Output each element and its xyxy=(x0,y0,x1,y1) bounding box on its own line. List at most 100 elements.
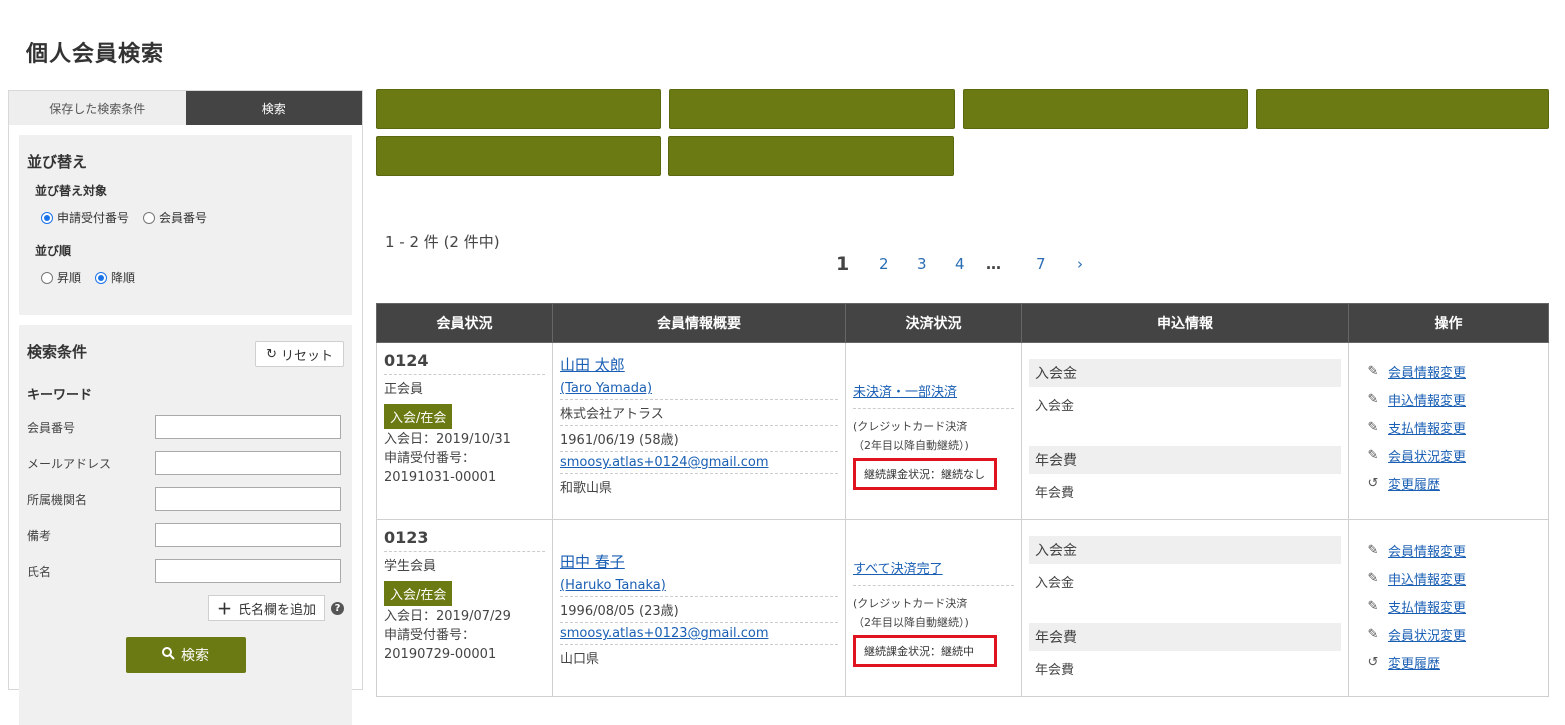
prefecture: 和歌山県 xyxy=(560,481,613,496)
radio-sort-member-no[interactable]: 会員番号 xyxy=(143,209,207,226)
pencil-icon: ✎ xyxy=(1367,542,1379,558)
action-button-5[interactable] xyxy=(376,136,661,176)
op-edit-member-info[interactable]: 会員情報変更 xyxy=(1388,362,1466,381)
op-edit-member-info[interactable]: 会員情報変更 xyxy=(1388,541,1466,560)
app-no: 20190729-00001 xyxy=(384,646,497,662)
continuation-status: 継続課金状況：継続なし xyxy=(853,457,997,490)
reset-button[interactable]: ↻ リセット xyxy=(255,341,344,367)
radio-unchecked-icon xyxy=(143,211,156,224)
fee-value-annual: 年会費 xyxy=(1035,486,1075,501)
fee-value-admission: 入会金 xyxy=(1035,576,1075,591)
member-type: 学生会員 xyxy=(384,559,437,574)
op-edit-member-status[interactable]: 会員状況変更 xyxy=(1388,446,1466,465)
page-link-3[interactable]: 3 xyxy=(917,255,927,273)
birth-date: 1961/06/19 (58歳) xyxy=(560,426,838,452)
tab-saved-conditions[interactable]: 保存した検索条件 xyxy=(9,91,186,125)
member-name-en-link[interactable]: (Haruko Tanaka) xyxy=(560,578,666,593)
keyword-label: キーワード xyxy=(27,388,93,403)
page-current: 1 xyxy=(836,253,850,275)
header-member-status: 会員状況 xyxy=(376,303,553,343)
search-conditions-panel: 検索条件 ↻ リセット キーワード 会員番号 メールアドレス 所属機関名 備考 … xyxy=(19,325,352,725)
page-link-last[interactable]: 7 xyxy=(1036,255,1046,273)
payment-note-auto: （2年目以降自動継続）) xyxy=(853,439,969,453)
fee-value-admission: 入会金 xyxy=(1035,399,1075,414)
prefecture: 山口県 xyxy=(560,652,600,667)
op-edit-application[interactable]: 申込情報変更 xyxy=(1388,390,1466,409)
page-link-4[interactable]: 4 xyxy=(955,255,965,273)
email-link[interactable]: smoosy.atlas+0124@gmail.com xyxy=(560,455,768,470)
action-button-2[interactable] xyxy=(669,89,955,129)
fee-head-admission: 入会金 xyxy=(1029,359,1341,387)
field-email: メールアドレス xyxy=(27,445,344,481)
join-date: 入会日：2019/10/31 xyxy=(384,431,511,447)
op-change-history[interactable]: 変更履歴 xyxy=(1388,653,1440,672)
pencil-icon: ✎ xyxy=(1367,419,1379,435)
search-button[interactable]: 検索 xyxy=(125,637,246,673)
page-link-2[interactable]: 2 xyxy=(879,255,889,273)
reset-icon: ↻ xyxy=(266,346,277,362)
radio-sort-app-no[interactable]: 申請受付番号 xyxy=(41,209,129,226)
field-name: 氏名 xyxy=(27,553,344,589)
tab-search[interactable]: 検索 xyxy=(185,91,362,125)
action-button-3[interactable] xyxy=(963,89,1248,129)
email-input[interactable] xyxy=(155,451,341,475)
field-organization: 所属機関名 xyxy=(27,481,344,517)
payment-note: (クレジットカード決済 xyxy=(853,420,968,433)
help-icon[interactable]: ? xyxy=(331,601,344,615)
join-date: 入会日：2019/07/29 xyxy=(384,608,511,624)
organization: 株式会社アトラス xyxy=(560,400,838,426)
action-button-4[interactable] xyxy=(1256,89,1549,129)
member-name-link[interactable]: 山田 太郎 xyxy=(560,356,625,374)
op-change-history[interactable]: 変更履歴 xyxy=(1388,474,1440,493)
pencil-icon: ✎ xyxy=(1367,598,1379,614)
pencil-icon: ✎ xyxy=(1367,626,1379,642)
member-name-en-link[interactable]: (Taro Yamada) xyxy=(560,381,652,396)
member-name-link[interactable]: 田中 春子 xyxy=(560,553,625,571)
table-row: 0123 学生会員 入会/在会 入会日：2019/07/29 申請受付番号： 2… xyxy=(376,519,1549,697)
payment-status-link[interactable]: すべて決済完了 xyxy=(853,558,1014,586)
action-button-1[interactable] xyxy=(376,89,661,129)
status-badge: 入会/在会 xyxy=(384,580,453,606)
field-remarks: 備考 xyxy=(27,517,344,553)
payment-note: (クレジットカード決済 xyxy=(853,597,968,610)
pencil-icon: ✎ xyxy=(1367,447,1379,463)
op-edit-member-status[interactable]: 会員状況変更 xyxy=(1388,625,1466,644)
header-application-info: 申込情報 xyxy=(1021,303,1349,343)
pencil-icon: ✎ xyxy=(1367,363,1379,379)
member-number: 0124 xyxy=(384,351,545,375)
fee-head-admission: 入会金 xyxy=(1029,536,1341,564)
member-number: 0123 xyxy=(384,528,545,552)
sort-target-label: 並び替え対象 xyxy=(35,184,108,198)
search-sidebar: 保存した検索条件 検索 並び替え 並び替え対象 申請受付番号 会員番号 並び順 … xyxy=(8,90,363,725)
sort-title: 並び替え xyxy=(27,153,88,171)
sidebar-tabs: 保存した検索条件 検索 xyxy=(9,91,362,125)
header-member-info: 会員情報概要 xyxy=(552,303,846,343)
history-icon: ↺ xyxy=(1367,475,1379,491)
add-name-field-button[interactable]: ＋ 氏名欄を追加 xyxy=(207,595,325,621)
page-next-icon[interactable]: › xyxy=(1077,255,1083,273)
plus-icon: ＋ xyxy=(216,599,232,618)
name-input[interactable] xyxy=(155,559,341,583)
member-no-input[interactable] xyxy=(155,415,341,439)
fee-value-annual: 年会費 xyxy=(1035,663,1075,678)
payment-status-link[interactable]: 未決済・一部決済 xyxy=(853,381,1014,409)
fee-head-annual: 年会費 xyxy=(1029,623,1341,651)
action-button-6[interactable] xyxy=(668,136,954,176)
magnifier-icon xyxy=(162,647,175,663)
remarks-input[interactable] xyxy=(155,523,341,547)
app-no: 20191031-00001 xyxy=(384,469,497,485)
pagination: 1 2 3 4 … 7 › xyxy=(0,253,1565,279)
field-member-no: 会員番号 xyxy=(27,409,344,445)
table-row: 0124 正会員 入会/在会 入会日：2019/10/31 申請受付番号： 20… xyxy=(376,342,1549,520)
radio-checked-icon xyxy=(41,211,53,224)
header-operations: 操作 xyxy=(1348,303,1549,343)
op-edit-payment[interactable]: 支払情報変更 xyxy=(1388,418,1466,437)
email-link[interactable]: smoosy.atlas+0123@gmail.com xyxy=(560,626,768,641)
op-edit-payment[interactable]: 支払情報変更 xyxy=(1388,597,1466,616)
history-icon: ↺ xyxy=(1367,654,1379,670)
organization-input[interactable] xyxy=(155,487,341,511)
result-count: 1 - 2 件 (2 件中) xyxy=(385,233,500,251)
sort-panel: 並び替え 並び替え対象 申請受付番号 会員番号 並び順 昇順 降順 xyxy=(19,135,352,315)
op-edit-application[interactable]: 申込情報変更 xyxy=(1388,569,1466,588)
payment-note-auto: （2年目以降自動継続）) xyxy=(853,616,969,630)
